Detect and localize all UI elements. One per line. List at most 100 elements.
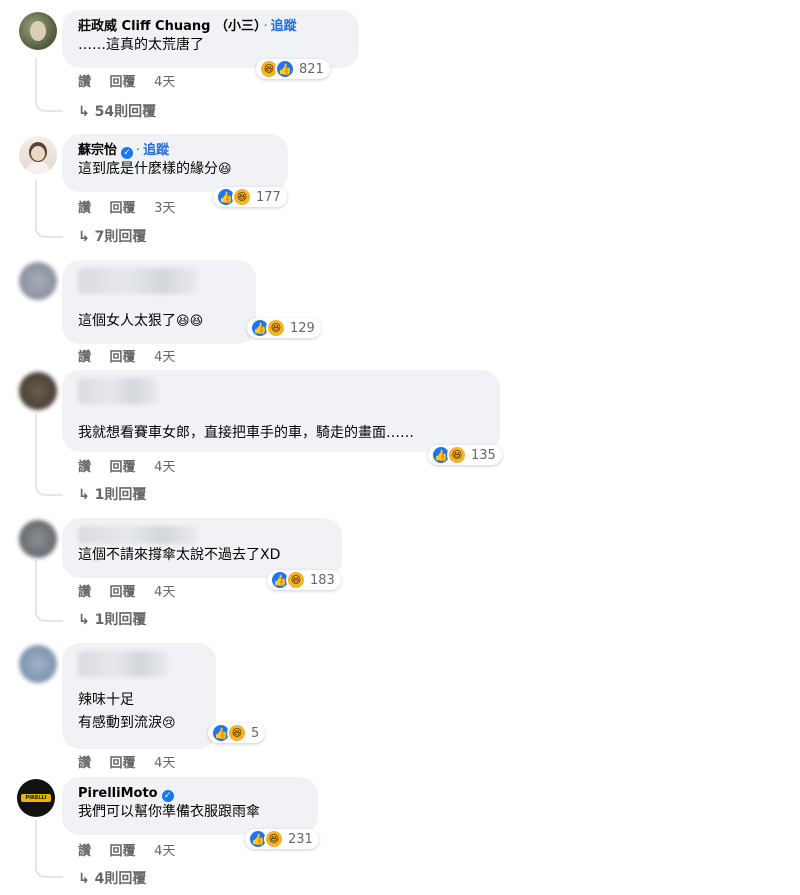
comment-text-line-1: 辣味十足 [78, 692, 134, 708]
like-action[interactable]: 讚 [78, 756, 91, 771]
haha-icon: 😆 [218, 162, 232, 177]
haha-icon: 😆 [286, 570, 306, 590]
comment-text: 這個女人太狠了😆😆 [78, 313, 204, 329]
commenter-name[interactable]: 蘇宗怡 [78, 143, 117, 158]
blurred-commenter-name [78, 268, 198, 294]
reaction-count: 135 [471, 447, 496, 463]
view-replies-link[interactable]: ↳ 4則回覆 [78, 868, 146, 888]
timestamp[interactable]: 4天 [154, 844, 175, 859]
thread-line [35, 820, 63, 878]
avatar[interactable] [19, 136, 57, 174]
thread-line [35, 180, 63, 238]
verified-badge-icon: ✓ [161, 790, 174, 802]
reaction-count: 231 [288, 831, 313, 847]
comment-text: ……這真的太荒唐了 [78, 37, 204, 53]
avatar[interactable] [19, 645, 57, 683]
rofl-icon: 😆 [176, 314, 190, 329]
haha-icon: 😆 [266, 318, 286, 338]
like-action[interactable]: 讚 [78, 350, 91, 365]
thread-line [35, 58, 63, 112]
haha-icon: 😆 [232, 187, 252, 207]
timestamp[interactable]: 4天 [154, 460, 175, 475]
reaction-count: 5 [251, 725, 260, 741]
reaction-summary[interactable]: 👍 😆 177 [213, 187, 287, 207]
follow-link[interactable]: 追蹤 [271, 19, 297, 34]
timestamp[interactable]: 4天 [154, 75, 175, 90]
avatar[interactable] [19, 262, 57, 300]
timestamp[interactable]: 4天 [154, 585, 175, 600]
rofl-icon: 😆 [189, 314, 204, 329]
like-action[interactable]: 讚 [78, 201, 91, 216]
reply-action[interactable]: 回覆 [110, 350, 136, 365]
like-action[interactable]: 讚 [78, 460, 91, 475]
reply-arrow-icon: ↳ [78, 104, 90, 120]
follow-link[interactable]: 追蹤 [143, 143, 169, 158]
avatar[interactable] [19, 520, 57, 558]
reply-arrow-icon: ↳ [78, 871, 90, 887]
reaction-count: 821 [299, 61, 324, 77]
like-icon: 👍 [275, 59, 295, 79]
comment-text: 這到底是什麼樣的緣分😆 [78, 161, 232, 177]
comment-text: 這個不請來撐傘太說不過去了XD [78, 547, 281, 563]
comment-actions: 讚 回覆 4天 [78, 752, 189, 771]
blurred-commenter-name [78, 526, 198, 544]
blurred-commenter-name [78, 378, 158, 404]
timestamp[interactable]: 4天 [154, 350, 175, 365]
timestamp[interactable]: 4天 [154, 756, 175, 771]
comment-bubble: 蘇宗怡 ✓ · 追蹤 這到底是什麼樣的緣分😆 [62, 134, 288, 192]
blurred-commenter-name [78, 651, 168, 677]
crying-icon: 😢 [162, 716, 176, 731]
comment-bubble: 辣味十足 有感動到流淚😢 [62, 643, 216, 749]
like-action[interactable]: 讚 [78, 75, 91, 90]
verified-badge-icon: ✓ [121, 147, 134, 159]
like-action[interactable]: 讚 [78, 585, 91, 600]
reaction-summary[interactable]: 👍 😆 135 [428, 445, 502, 465]
reaction-summary[interactable]: 😆 👍 821 [256, 59, 330, 79]
commenter-name[interactable]: 莊政威 Cliff Chuang （小三） [78, 19, 260, 34]
view-replies-link[interactable]: ↳ 54則回覆 [78, 101, 156, 121]
reaction-summary[interactable]: 👍 😆 5 [208, 723, 266, 743]
comment-actions: 讚 回覆 4天 [78, 71, 189, 90]
reply-arrow-icon: ↳ [78, 487, 90, 503]
haha-icon: 😆 [227, 723, 247, 743]
avatar[interactable]: PIRELLI [17, 779, 55, 817]
timestamp[interactable]: 3天 [154, 201, 175, 216]
replies-count: 1則回覆 [94, 612, 147, 628]
haha-icon: 😆 [264, 829, 284, 849]
like-action[interactable]: 讚 [78, 844, 91, 859]
comment-actions: 讚 回覆 3天 [78, 197, 189, 216]
replies-count: 7則回覆 [94, 229, 147, 245]
commenter-name[interactable]: PirelliMoto [78, 786, 158, 801]
reply-action[interactable]: 回覆 [110, 756, 136, 771]
reaction-count: 183 [310, 572, 335, 588]
reply-arrow-icon: ↳ [78, 229, 90, 245]
reaction-count: 177 [256, 189, 281, 205]
reply-arrow-icon: ↳ [78, 612, 90, 628]
comment-text-line-2: 有感動到流淚😢 [78, 715, 176, 731]
comment-bubble: 這個女人太狠了😆😆 [62, 260, 256, 344]
view-replies-link[interactable]: ↳ 7則回覆 [78, 226, 146, 246]
comment-bubble: PirelliMoto ✓ 我們可以幫你準備衣服跟雨傘 [62, 777, 318, 835]
comment-text: 我們可以幫你準備衣服跟雨傘 [78, 804, 260, 820]
replies-count: 4則回覆 [94, 871, 147, 887]
comment-actions: 讚 回覆 4天 [78, 840, 189, 859]
reply-action[interactable]: 回覆 [110, 201, 136, 216]
comment-actions: 讚 回覆 4天 [78, 581, 189, 600]
replies-count: 1則回覆 [94, 487, 147, 503]
comment-actions: 讚 回覆 4天 [78, 346, 189, 365]
reply-action[interactable]: 回覆 [110, 585, 136, 600]
avatar[interactable] [19, 372, 57, 410]
avatar[interactable] [19, 12, 57, 50]
reply-action[interactable]: 回覆 [110, 75, 136, 90]
replies-count: 54則回覆 [94, 104, 157, 120]
reaction-summary[interactable]: 👍 😆 231 [245, 829, 319, 849]
view-replies-link[interactable]: ↳ 1則回覆 [78, 484, 146, 504]
reaction-summary[interactable]: 👍 😆 183 [267, 570, 341, 590]
view-replies-link[interactable]: ↳ 1則回覆 [78, 609, 146, 629]
reply-action[interactable]: 回覆 [110, 460, 136, 475]
reaction-summary[interactable]: 👍 😆 129 [247, 318, 321, 338]
haha-icon: 😆 [447, 445, 467, 465]
reaction-count: 129 [290, 320, 315, 336]
thread-line [35, 414, 63, 496]
reply-action[interactable]: 回覆 [110, 844, 136, 859]
